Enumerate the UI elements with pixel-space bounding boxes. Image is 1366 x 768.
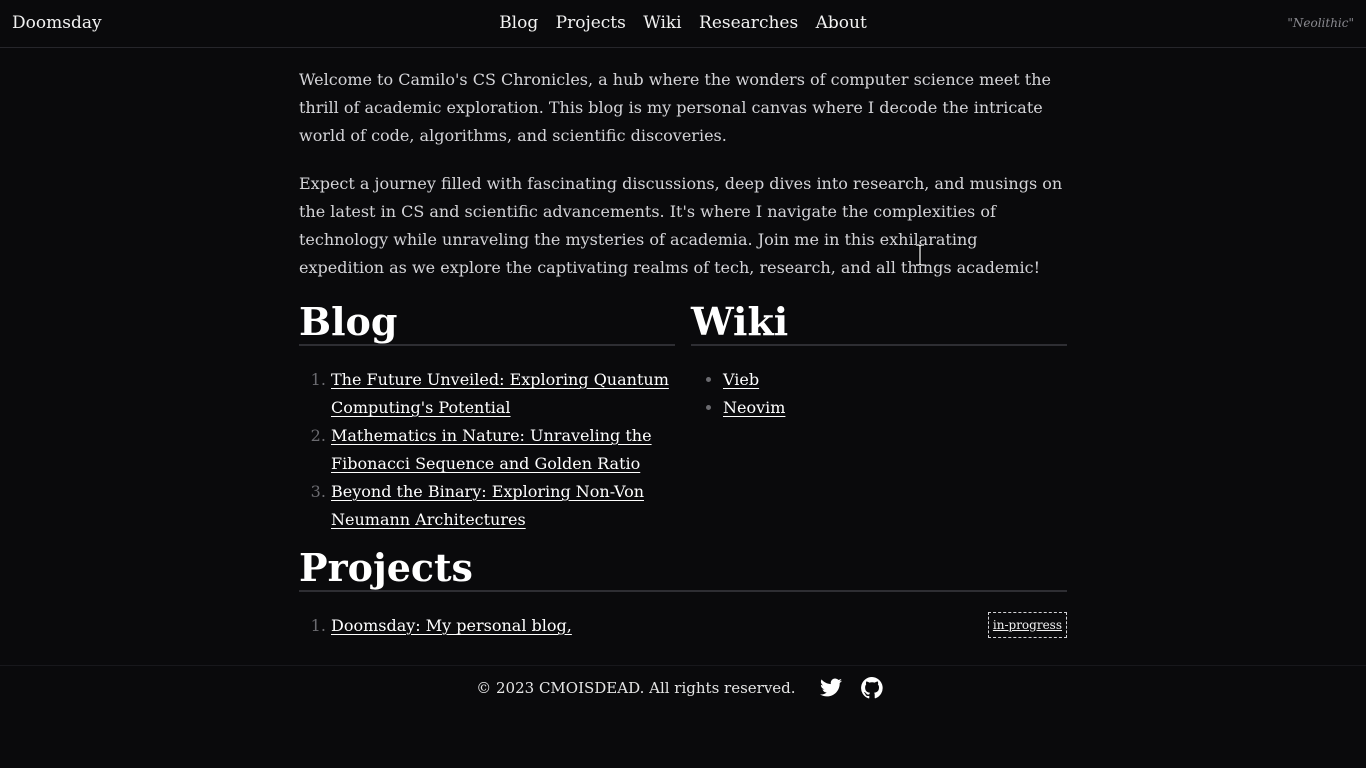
wiki-link-vieb[interactable]: Vieb [723,370,759,389]
list-item: Mathematics in Nature: Unraveling the Fi… [331,422,675,478]
wiki-list: Vieb Neovim [691,366,1067,422]
nav-wiki[interactable]: Wiki [643,13,681,33]
list-item: The Future Unveiled: Exploring Quantum C… [331,366,675,422]
intro-paragraph-1: Welcome to Camilo's CS Chronicles, a hub… [299,70,1051,145]
wiki-link-neovim[interactable]: Neovim [723,398,785,417]
project-link[interactable]: Doomsday: My personal blog, [331,616,572,635]
status-badge[interactable]: in-progress [987,612,1067,638]
wiki-section: Wiki Vieb Neovim [691,302,1067,534]
blog-post-link[interactable]: Beyond the Binary: Exploring Non-Von Neu… [331,482,644,529]
blog-post-link[interactable]: The Future Unveiled: Exploring Quantum C… [331,370,669,417]
blog-heading: Blog [299,302,675,346]
list-item: Vieb [723,366,1067,394]
projects-heading: Projects [299,548,1067,592]
nav-researches[interactable]: Researches [699,13,798,33]
wiki-heading: Wiki [691,302,1067,346]
blog-section: Blog The Future Unveiled: Exploring Quan… [299,302,675,534]
copyright-text: © 2023 CMOISDEAD. All rights reserved. [476,679,796,697]
nav-blog[interactable]: Blog [499,13,538,33]
list-item: Doomsday: My personal blog, in-progress [331,612,1067,640]
twitter-icon[interactable] [819,676,843,700]
projects-list: Doomsday: My personal blog, in-progress [299,612,1067,640]
main-nav: Blog Projects Wiki Researches About [0,13,1366,33]
main-content: Welcome to Camilo's CS Chronicles, a hub… [299,66,1067,640]
list-item: Neovim [723,394,1067,422]
intro-paragraph-2: Expect a journey filled with fascinating… [299,174,1063,277]
nav-projects[interactable]: Projects [556,13,626,33]
top-bar: Doomsday Blog Projects Wiki Researches A… [0,0,1366,48]
projects-section: Projects Doomsday: My personal blog, in-… [299,548,1067,640]
footer: © 2023 CMOISDEAD. All rights reserved. [0,665,1366,705]
blog-list: The Future Unveiled: Exploring Quantum C… [299,366,675,534]
nav-about[interactable]: About [816,13,867,33]
text-cursor-icon [916,244,924,266]
tagline: "Neolithic" [1287,16,1354,30]
blog-wiki-columns: Blog The Future Unveiled: Exploring Quan… [299,302,1067,534]
list-item: Beyond the Binary: Exploring Non-Von Neu… [331,478,675,534]
github-icon[interactable] [860,676,884,700]
blog-post-link[interactable]: Mathematics in Nature: Unraveling the Fi… [331,426,652,473]
